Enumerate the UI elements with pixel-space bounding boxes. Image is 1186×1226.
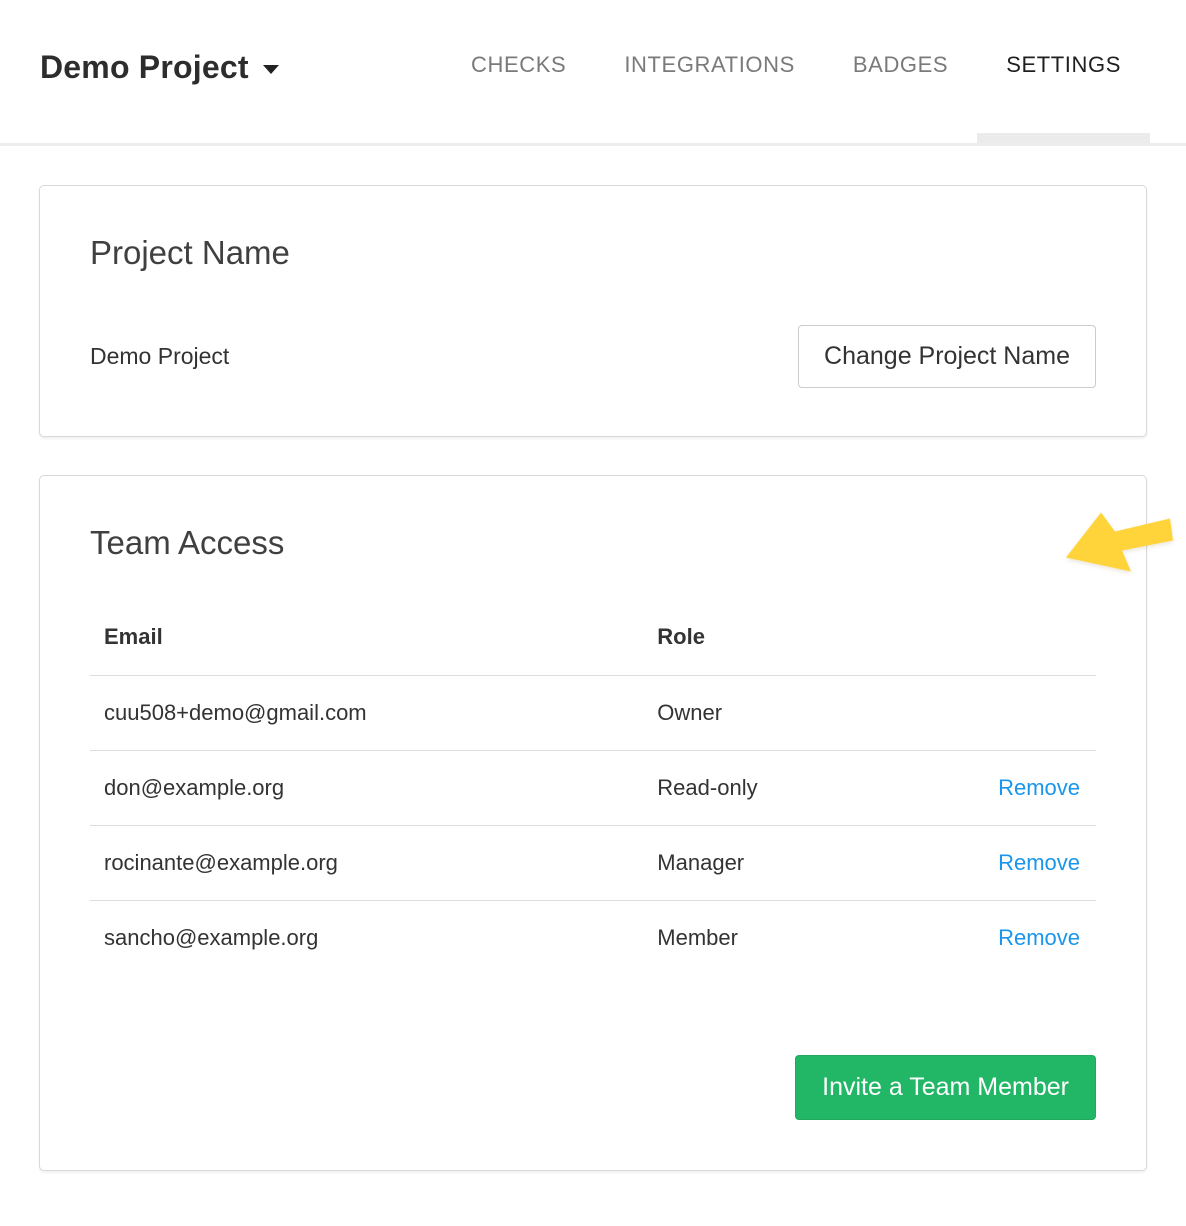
invite-team-member-button[interactable]: Invite a Team Member (795, 1055, 1096, 1120)
team-access-card-title: Team Access (90, 522, 1096, 563)
role-column-header: Role (643, 610, 935, 676)
project-name-row: Demo Project Change Project Name (90, 325, 1096, 388)
top-navigation-bar: Demo Project CHECKS INTEGRATIONS BADGES … (0, 0, 1186, 146)
table-header-row: Email Role (90, 610, 1096, 676)
project-name-card-title: Project Name (90, 232, 1096, 273)
tab-integrations-label: INTEGRATIONS (624, 52, 795, 78)
member-email: rocinante@example.org (90, 825, 643, 900)
tab-checks[interactable]: CHECKS (442, 0, 595, 143)
active-tab-indicator (977, 133, 1150, 143)
table-row: cuu508+demo@gmail.com Owner (90, 675, 1096, 750)
project-switcher-dropdown[interactable]: Demo Project (40, 0, 279, 143)
project-switcher-label: Demo Project (40, 49, 249, 86)
tab-badges-label: BADGES (853, 52, 948, 78)
member-email: don@example.org (90, 750, 643, 825)
member-role: Manager (643, 825, 935, 900)
member-action-cell: Remove (935, 900, 1096, 975)
remove-member-link[interactable]: Remove (998, 850, 1080, 875)
table-row: sancho@example.org Member Remove (90, 900, 1096, 975)
email-column-header: Email (90, 610, 643, 676)
invite-row: Invite a Team Member (90, 1055, 1096, 1120)
change-project-name-button[interactable]: Change Project Name (798, 325, 1096, 388)
tab-badges[interactable]: BADGES (824, 0, 977, 143)
team-access-card: Team Access Email Role cuu508+demo@gmail… (39, 475, 1147, 1170)
nav-tabs: CHECKS INTEGRATIONS BADGES SETTINGS (442, 0, 1150, 143)
member-action-cell: Remove (935, 750, 1096, 825)
member-email: sancho@example.org (90, 900, 643, 975)
settings-page-content: Project Name Demo Project Change Project… (0, 146, 1186, 1209)
tab-checks-label: CHECKS (471, 52, 566, 78)
tab-settings[interactable]: SETTINGS (977, 0, 1150, 143)
team-members-table: Email Role cuu508+demo@gmail.com Owner d… (90, 610, 1096, 975)
member-role: Member (643, 900, 935, 975)
member-action-cell: Remove (935, 825, 1096, 900)
remove-member-link[interactable]: Remove (998, 925, 1080, 950)
table-row: don@example.org Read-only Remove (90, 750, 1096, 825)
member-email: cuu508+demo@gmail.com (90, 675, 643, 750)
caret-down-icon (263, 65, 279, 74)
current-project-name: Demo Project (90, 343, 229, 370)
member-role: Read-only (643, 750, 935, 825)
tab-settings-label: SETTINGS (1006, 52, 1121, 78)
table-row: rocinante@example.org Manager Remove (90, 825, 1096, 900)
actions-column-header (935, 610, 1096, 676)
remove-member-link[interactable]: Remove (998, 775, 1080, 800)
tab-integrations[interactable]: INTEGRATIONS (595, 0, 824, 143)
member-action-cell (935, 675, 1096, 750)
member-role: Owner (643, 675, 935, 750)
project-name-card: Project Name Demo Project Change Project… (39, 185, 1147, 437)
